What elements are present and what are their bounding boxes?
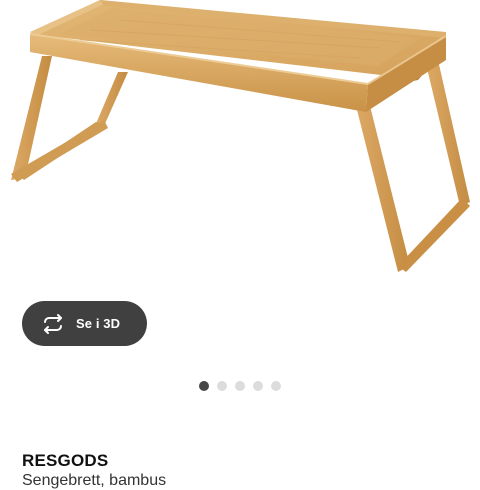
view-3d-button[interactable]: Se i 3D [22,301,147,346]
product-name: RESGODS [22,451,109,470]
image-pagination [199,381,281,391]
product-description: Sengebrett, bambus [22,472,167,489]
pagination-dot-2[interactable] [217,381,227,391]
rotate-3d-icon [41,312,65,336]
pagination-dot-3[interactable] [235,381,245,391]
pagination-dot-4[interactable] [253,381,263,391]
pagination-dot-1[interactable] [199,381,209,391]
product-image[interactable] [0,0,480,290]
bed-tray-image [11,0,470,272]
view-3d-label: Se i 3D [76,316,121,331]
pagination-dot-5[interactable] [271,381,281,391]
